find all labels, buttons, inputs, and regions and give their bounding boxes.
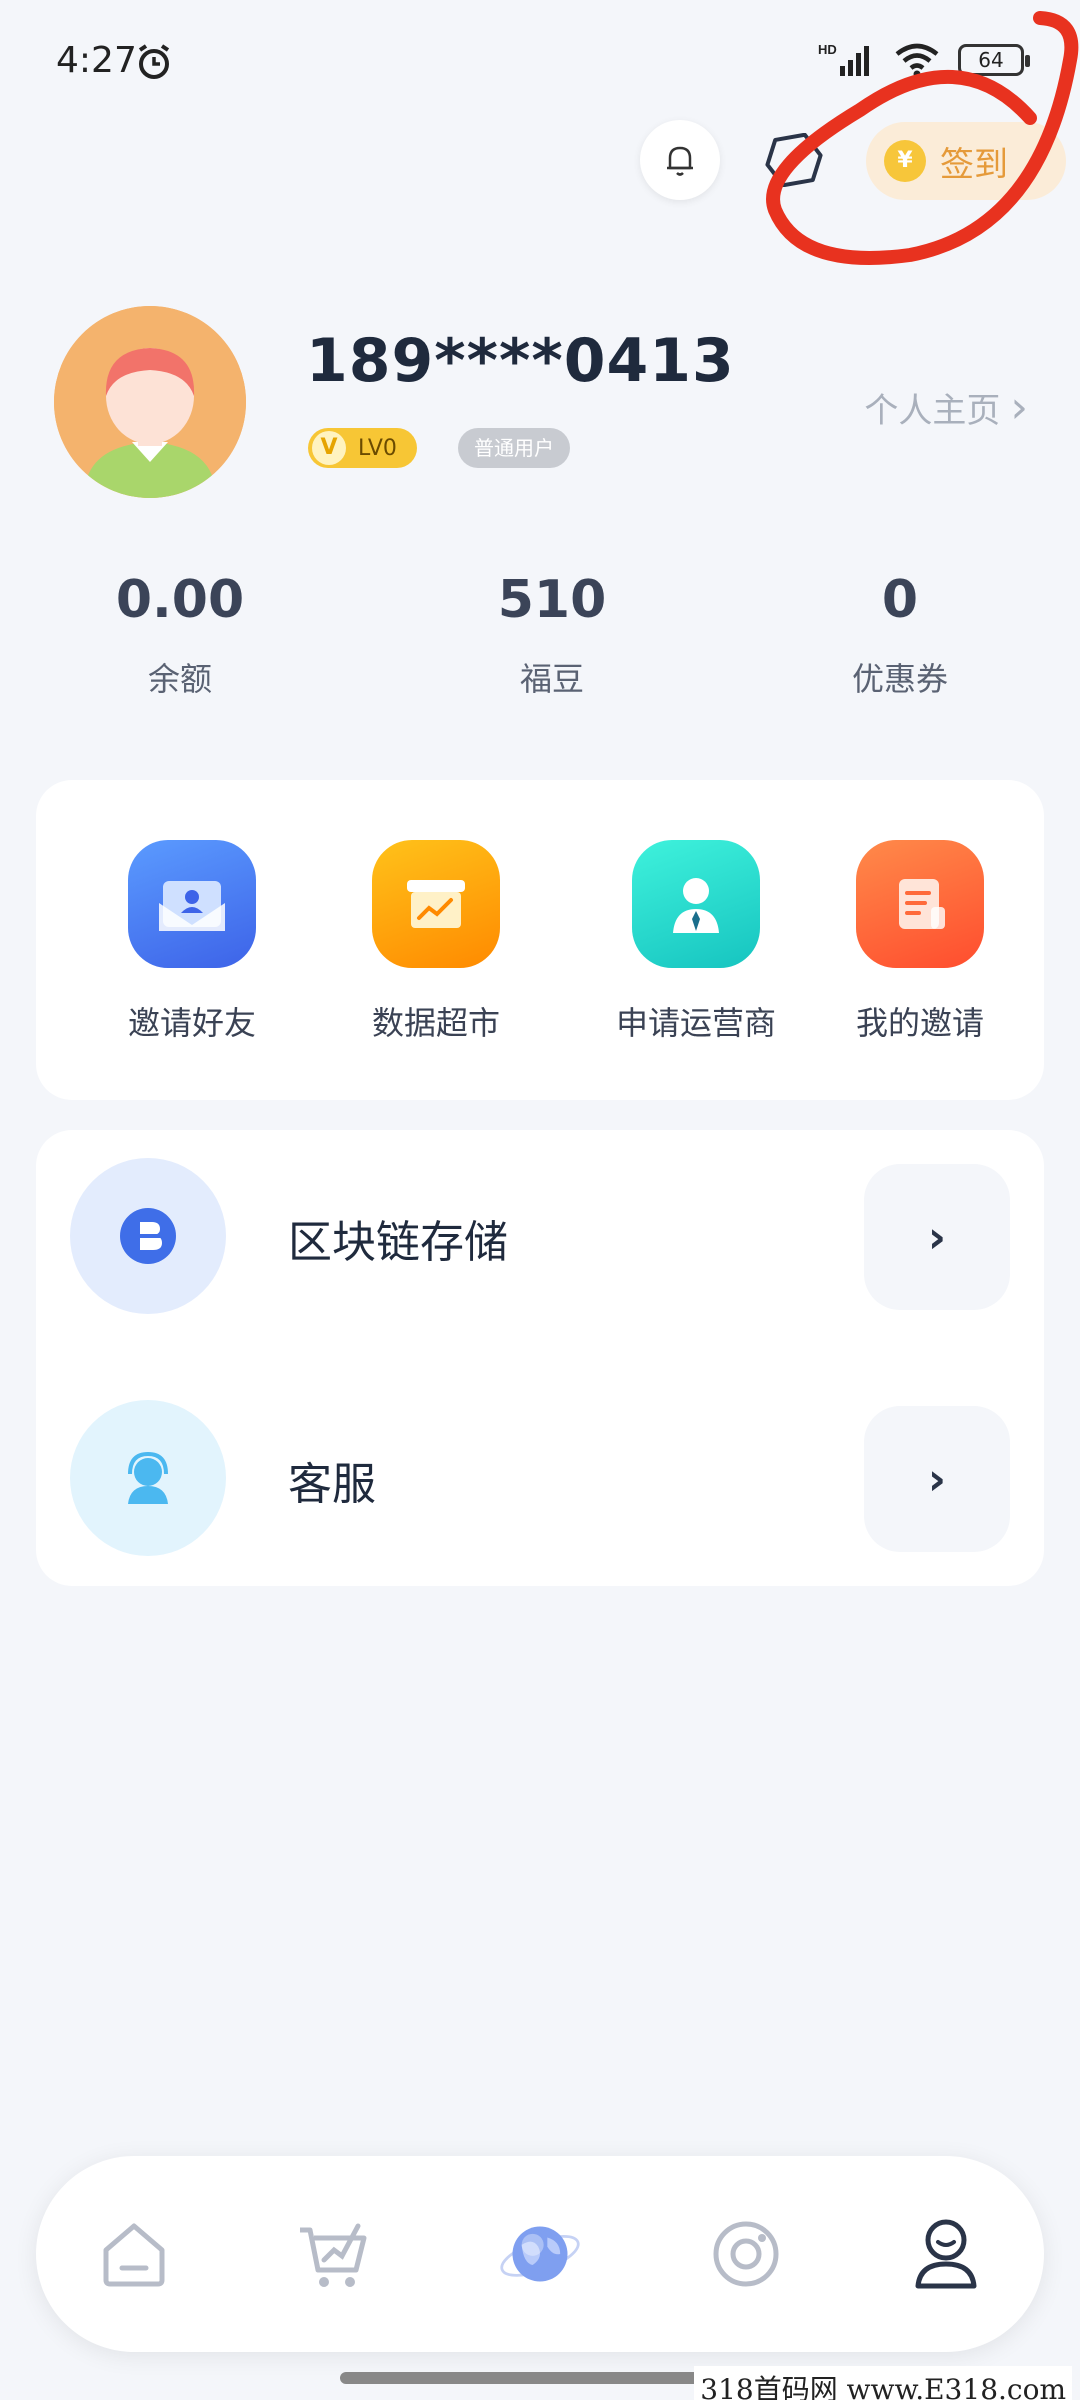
stat-value: 0.00	[115, 570, 245, 630]
checkin-label: 签到	[940, 144, 1008, 185]
shortcut-my-invitations[interactable]: 我的邀请	[820, 840, 1020, 1044]
stat-label: 福豆	[519, 660, 584, 698]
settings-hexagon-icon	[765, 133, 823, 187]
home-icon	[103, 2223, 165, 2287]
customer-service-icon	[70, 1400, 226, 1556]
stat-label: 余额	[147, 660, 212, 698]
cart-icon	[300, 2223, 367, 2287]
battery-indicator: 64	[958, 44, 1030, 76]
stat-label: 优惠券	[851, 660, 948, 698]
profile-icon	[915, 2219, 977, 2289]
invite-card-icon	[128, 840, 256, 968]
chevron-right-icon: ›	[1010, 382, 1028, 433]
nav-discover[interactable]	[702, 2210, 790, 2298]
document-icon	[856, 840, 984, 968]
menu-list-card: 区块链存储 › 客服 ›	[36, 1130, 1044, 1586]
chart-box-icon	[372, 840, 500, 968]
globe-icon	[500, 2226, 580, 2282]
personal-homepage-link[interactable]: 个人主页 ›	[864, 382, 1028, 433]
discover-icon	[713, 2221, 779, 2287]
settings-button[interactable]	[758, 124, 830, 196]
checkin-button[interactable]: ¥ 签到	[866, 122, 1066, 200]
shortcut-data-market[interactable]: 数据超市	[336, 840, 536, 1044]
nav-globe[interactable]	[496, 2210, 584, 2298]
chevron-right-icon[interactable]: ›	[864, 1406, 1010, 1552]
stat-balance[interactable]: 0.00 余额	[50, 570, 310, 700]
watermark: 318首码网 www.E318.com	[694, 2366, 1072, 2400]
shortcut-label: 申请运营商	[615, 1004, 776, 1042]
list-item-label: 客服	[288, 1459, 376, 1510]
bell-icon	[667, 146, 693, 176]
level-badge: V LV0	[308, 428, 417, 468]
stat-value: 510	[497, 570, 607, 630]
gesture-home-bar[interactable]	[340, 2372, 740, 2384]
notification-button[interactable]	[640, 120, 720, 200]
shortcut-apply-operator[interactable]: 申请运营商	[596, 840, 796, 1044]
avatar[interactable]	[54, 306, 246, 498]
shortcut-label: 我的邀请	[855, 1004, 984, 1042]
status-time: 4:27	[56, 40, 137, 81]
list-item-customer-service[interactable]: 客服 ›	[36, 1372, 1044, 1556]
svg-text:HD: HD	[818, 42, 837, 57]
chevron-right-icon[interactable]: ›	[864, 1164, 1010, 1310]
coin-icon: ¥	[884, 140, 926, 182]
operator-person-icon	[632, 840, 760, 968]
vip-v-icon: V	[312, 431, 346, 465]
list-item-blockchain-storage[interactable]: 区块链存储 ›	[36, 1130, 1044, 1314]
user-type-badge: 普通用户	[458, 428, 570, 468]
stat-fudou[interactable]: 510 福豆	[422, 570, 682, 700]
list-item-label: 区块链存储	[288, 1217, 508, 1268]
stat-value: 0	[881, 570, 919, 630]
shortcuts-card: 邀请好友 数据超市 申请运营商 我的邀请	[36, 780, 1044, 1100]
nav-shop[interactable]	[290, 2210, 378, 2298]
status-icons: HD 64	[818, 40, 1030, 80]
signal-icon: HD	[818, 42, 869, 76]
shortcut-label: 邀请好友	[127, 1004, 256, 1042]
wifi-icon	[895, 43, 939, 78]
homepage-label: 个人主页	[864, 391, 1001, 431]
bottom-navigation	[36, 2156, 1044, 2352]
shortcut-label: 数据超市	[371, 1004, 500, 1042]
nav-profile[interactable]	[902, 2210, 990, 2298]
nav-home[interactable]	[90, 2210, 178, 2298]
level-label: LV0	[358, 435, 397, 461]
shortcut-invite-friends[interactable]: 邀请好友	[92, 840, 292, 1044]
stat-coupons[interactable]: 0 优惠券	[770, 570, 1030, 700]
alarm-clock-icon	[138, 44, 170, 79]
user-phone: 189****0413	[306, 326, 735, 396]
default-avatar-icon	[54, 306, 246, 498]
blockchain-icon	[70, 1158, 226, 1314]
